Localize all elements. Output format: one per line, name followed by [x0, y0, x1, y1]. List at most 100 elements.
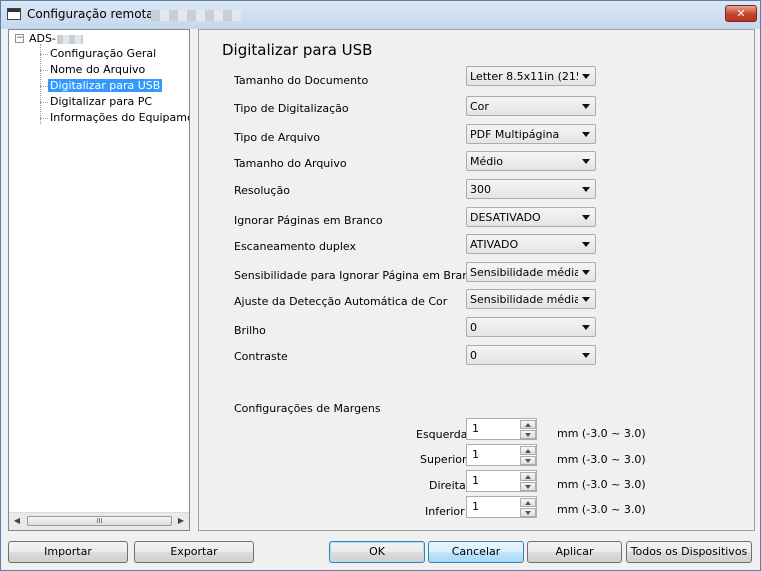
- stepper-up-icon[interactable]: [520, 446, 536, 455]
- import-button[interactable]: Importar: [8, 541, 128, 563]
- margin-label-superior: Superior: [420, 453, 467, 466]
- tree-item-label: Digitalizar para PC: [50, 95, 153, 108]
- tree-item-digitalizar-para-pc[interactable]: Digitalizar para PC: [50, 94, 152, 110]
- field-label-tipo-digitalizacao: Tipo de Digitalização: [234, 102, 349, 115]
- chevron-down-icon: [582, 325, 590, 330]
- resolution-select[interactable]: 300: [466, 179, 596, 199]
- remote-setup-window: Configuração remota - ✕ − ADS- Configura…: [0, 0, 761, 571]
- margin-label-direita: Direita: [429, 479, 466, 492]
- apply-button[interactable]: Aplicar: [527, 541, 622, 563]
- chevron-down-icon: [582, 270, 590, 275]
- tree-root[interactable]: ADS-: [29, 31, 83, 47]
- all-devices-button[interactable]: Todos os Dispositivos: [626, 541, 752, 563]
- chevron-down-icon: [582, 74, 590, 79]
- chevron-down-icon: [582, 353, 590, 358]
- select-value: 0: [470, 349, 477, 362]
- redacted-model-name: [151, 10, 241, 21]
- file-size-select[interactable]: Médio: [466, 151, 596, 171]
- field-label-ignorar-paginas: Ignorar Páginas em Branco: [234, 214, 383, 227]
- duplex-scan-select[interactable]: ATIVADO: [466, 234, 596, 254]
- field-label-escaneamento-duplex: Escaneamento duplex: [234, 240, 357, 253]
- stepper-value: 1: [472, 422, 479, 435]
- stepper-down-icon[interactable]: [520, 508, 536, 517]
- margin-range-hint: mm (-3.0 ~ 3.0): [557, 427, 646, 440]
- field-label-contraste: Contraste: [234, 350, 288, 363]
- page-title: Digitalizar para USB: [222, 41, 373, 59]
- field-label-deteccao-cor: Ajuste da Detecção Automática de Cor: [234, 295, 448, 308]
- settings-tree: − ADS- Configuração Geral Nome do Arquiv…: [8, 29, 190, 531]
- contrast-select[interactable]: 0: [466, 345, 596, 365]
- stepper-up-icon[interactable]: [520, 472, 536, 481]
- select-value: Sensibilidade média: [470, 266, 578, 279]
- tree-root-label: ADS-: [29, 32, 56, 45]
- select-value: DESATIVADO: [470, 211, 541, 224]
- chevron-down-icon: [582, 297, 590, 302]
- scroll-thumb[interactable]: III: [27, 516, 172, 526]
- margin-range-hint: mm (-3.0 ~ 3.0): [557, 453, 646, 466]
- chevron-down-icon: [582, 215, 590, 220]
- chevron-down-icon: [582, 132, 590, 137]
- chevron-down-icon: [582, 242, 590, 247]
- stepper-up-icon[interactable]: [520, 420, 536, 429]
- stepper-value: 1: [472, 500, 479, 513]
- stepper-up-icon[interactable]: [520, 498, 536, 507]
- app-window-icon: [7, 8, 21, 20]
- margin-right-stepper[interactable]: 1: [466, 470, 537, 492]
- cancel-button[interactable]: Cancelar: [428, 541, 524, 563]
- chevron-down-icon: [582, 187, 590, 192]
- chevron-down-icon: [582, 104, 590, 109]
- scroll-right-icon[interactable]: ▶: [175, 515, 187, 527]
- tree-item-label: Configuração Geral: [50, 47, 157, 60]
- field-label-sensibilidade: Sensibilidade para Ignorar Página em Bra…: [234, 269, 482, 282]
- skip-blank-page-select[interactable]: DESATIVADO: [466, 207, 596, 227]
- select-value: 0: [470, 321, 477, 334]
- margin-label-esquerda: Esquerda: [416, 428, 468, 441]
- select-value: ATIVADO: [470, 238, 519, 251]
- tree-item-configuracao-geral[interactable]: Configuração Geral: [50, 46, 156, 62]
- margin-range-hint: mm (-3.0 ~ 3.0): [557, 503, 646, 516]
- tree-connector: [40, 118, 48, 119]
- margin-range-hint: mm (-3.0 ~ 3.0): [557, 478, 646, 491]
- select-value: Sensibilidade média: [470, 293, 578, 306]
- color-detection-select[interactable]: Sensibilidade média: [466, 289, 596, 309]
- margin-bottom-stepper[interactable]: 1: [466, 496, 537, 518]
- margin-label-inferior: Inferior: [425, 505, 465, 518]
- stepper-down-icon[interactable]: [520, 430, 536, 439]
- ok-button[interactable]: OK: [329, 541, 425, 563]
- brightness-select[interactable]: 0: [466, 317, 596, 337]
- field-label-resolucao: Resolução: [234, 184, 290, 197]
- tree-connector: [40, 70, 48, 71]
- stepper-down-icon[interactable]: [520, 456, 536, 465]
- margins-section-title: Configurações de Margens: [234, 402, 381, 415]
- select-value: 300: [470, 183, 491, 196]
- stepper-value: 1: [472, 448, 479, 461]
- file-type-select[interactable]: PDF Multipágina: [466, 124, 596, 144]
- close-button[interactable]: ✕: [725, 5, 757, 22]
- collapse-icon[interactable]: −: [15, 34, 24, 43]
- title-bar[interactable]: Configuração remota - ✕: [1, 1, 760, 29]
- stepper-down-icon[interactable]: [520, 482, 536, 491]
- scan-type-select[interactable]: Cor: [466, 96, 596, 116]
- select-value: Letter 8.5x11in (215.9: [470, 70, 578, 83]
- tree-item-label: Informações do Equipamento: [50, 111, 189, 124]
- tree-item-nome-do-arquivo[interactable]: Nome do Arquivo: [50, 62, 145, 78]
- margin-left-stepper[interactable]: 1: [466, 418, 537, 440]
- window-title: Configuração remota -: [27, 7, 162, 21]
- document-size-select[interactable]: Letter 8.5x11in (215.9: [466, 66, 596, 86]
- export-button[interactable]: Exportar: [134, 541, 254, 563]
- field-label-tipo-arquivo: Tipo de Arquivo: [234, 131, 320, 144]
- margin-top-stepper[interactable]: 1: [466, 444, 537, 466]
- tree-item-informacoes-do-equipamento[interactable]: Informações do Equipamento: [50, 110, 189, 126]
- tree-item-digitalizar-para-usb[interactable]: Digitalizar para USB: [48, 78, 163, 94]
- tree-connector: [40, 102, 48, 103]
- stepper-value: 1: [472, 474, 479, 487]
- select-value: Cor: [470, 100, 489, 113]
- field-label-brilho: Brilho: [234, 324, 266, 337]
- chevron-down-icon: [582, 159, 590, 164]
- tree-connector: [40, 86, 48, 87]
- scroll-left-icon[interactable]: ◀: [11, 515, 23, 527]
- blank-page-sensitivity-select[interactable]: Sensibilidade média: [466, 262, 596, 282]
- tree-connector: [40, 44, 41, 124]
- select-value: PDF Multipágina: [470, 128, 560, 141]
- tree-horizontal-scrollbar[interactable]: ◀ III ▶: [9, 512, 189, 530]
